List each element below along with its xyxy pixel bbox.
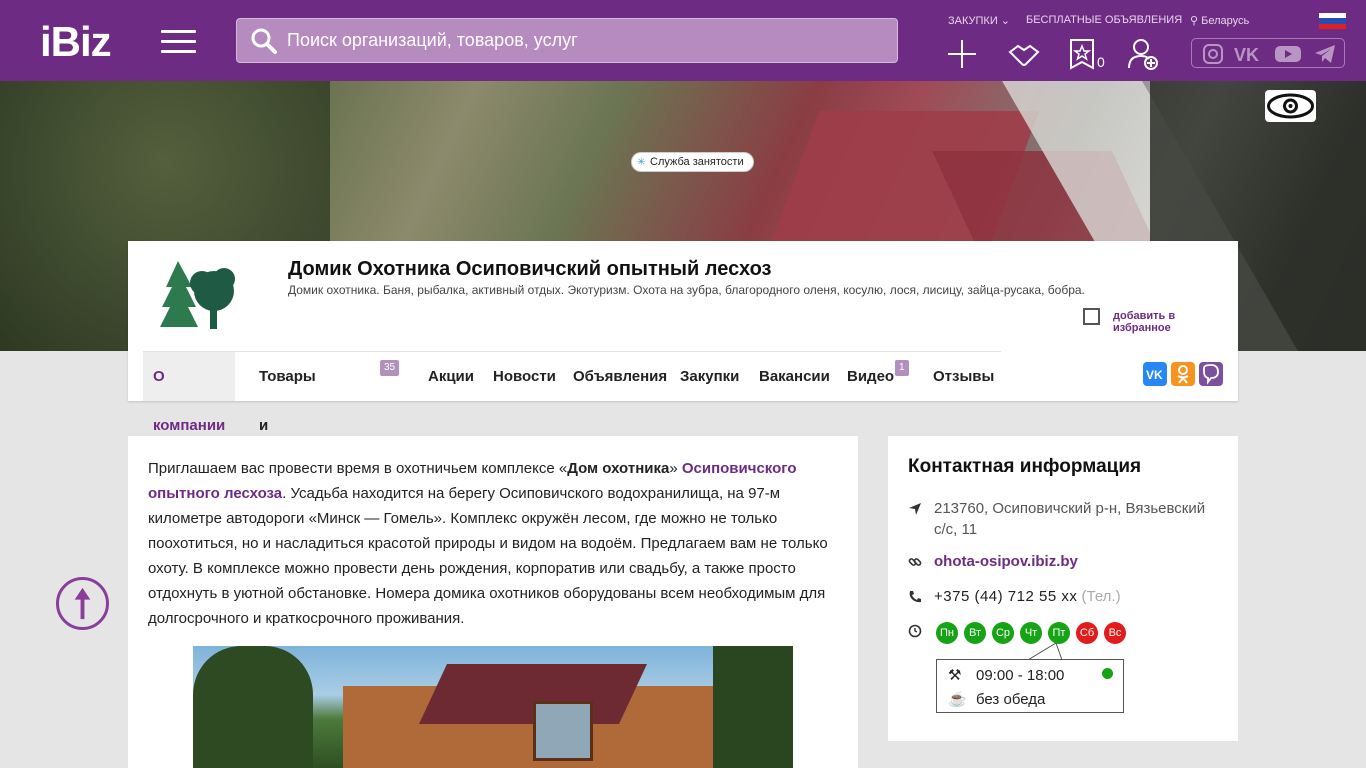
tab-label: Новости: [493, 368, 556, 385]
products-count-badge: 35: [380, 360, 400, 376]
tab-vacancies[interactable]: Вакансии: [749, 352, 840, 401]
tab-label: Объявления: [573, 368, 668, 385]
region-selector[interactable]: ⚲ Беларусь: [1190, 14, 1249, 27]
tab-label: Видео: [847, 368, 895, 385]
favorites-icon[interactable]: [1067, 38, 1099, 70]
day-sunday[interactable]: Вс: [1104, 622, 1126, 644]
photo-window: [533, 701, 593, 761]
tab-label: О компании: [153, 368, 226, 434]
coffee-icon: ☕: [948, 691, 967, 708]
tab-label: Вакансии: [759, 368, 830, 385]
tab-label: Отзывы: [933, 368, 995, 385]
russian-flag-icon[interactable]: [1319, 13, 1346, 29]
add-to-favorites[interactable]: добавить в избранное: [1083, 307, 1233, 334]
svg-text:VK: VK: [1234, 45, 1259, 64]
tooltip-text: Служба занятости: [650, 156, 744, 168]
tab-products[interactable]: Товары и услуги: [249, 352, 326, 483]
open-status-dot: [1102, 668, 1113, 679]
about-bold-text: Дом охотника: [567, 460, 670, 477]
company-logo: [160, 261, 235, 329]
social-links: VK: [1191, 38, 1345, 68]
purchases-label: ЗАКУПКИ: [948, 15, 998, 27]
favorite-checkbox[interactable]: [1083, 308, 1100, 325]
add-to-favorites-label: добавить в избранное: [1113, 310, 1176, 334]
telegram-icon[interactable]: [1314, 44, 1336, 64]
about-panel: Приглашаем вас провести время в охотничь…: [128, 436, 858, 768]
handshake-icon[interactable]: [1008, 38, 1040, 70]
purchases-link[interactable]: ЗАКУПКИ ⌄: [948, 14, 1010, 27]
photo-trees-right: [713, 646, 793, 768]
address-line-2: с/с, 11: [934, 521, 978, 538]
favorites-count: 0: [1097, 54, 1105, 70]
about-text-part: »: [669, 460, 682, 477]
day-tuesday[interactable]: Вт: [964, 622, 986, 644]
tools-icon: ⚒: [948, 667, 962, 684]
day-saturday[interactable]: Сб: [1076, 622, 1098, 644]
accessibility-eye-icon[interactable]: [1265, 90, 1316, 122]
day-friday[interactable]: Пт: [1048, 622, 1070, 644]
day-monday[interactable]: Пн: [936, 622, 958, 644]
employment-service-tooltip: ✳ Служба занятости: [631, 152, 754, 172]
top-bar: iBiz ЗАКУПКИ ⌄ БЕСПЛАТНЫЕ ОБЪЯВЛЕНИЯ ⚲ Б…: [0, 0, 1366, 81]
vk-share-icon[interactable]: VK: [1143, 362, 1167, 386]
add-user-icon[interactable]: [1127, 38, 1159, 70]
about-text: Приглашаем вас провести время в охотничь…: [148, 456, 828, 631]
video-count-badge: 1: [895, 360, 909, 376]
tab-promotions[interactable]: Акции: [418, 352, 484, 401]
site-logo[interactable]: iBiz: [40, 18, 112, 66]
location-arrow-icon: [909, 503, 921, 515]
svg-text:VK: VK: [1146, 368, 1163, 382]
contact-panel: Контактная информация 213760, Осиповичск…: [888, 436, 1238, 741]
day-thursday[interactable]: Чт: [1020, 622, 1042, 644]
link-icon: [908, 558, 922, 566]
contact-heading: Контактная информация: [908, 456, 1142, 477]
viber-share-icon[interactable]: [1199, 362, 1223, 386]
scroll-up-arrow-icon[interactable]: [56, 577, 109, 630]
company-description: Домик охотника. Баня, рыбалка, активный …: [288, 283, 1085, 297]
working-hours: 09:00 - 18:00: [976, 667, 1065, 684]
lodge-photo: [193, 646, 793, 768]
website-link[interactable]: ohota-osipov.ibiz.by: [934, 553, 1078, 570]
odnoklassniki-share-icon[interactable]: [1171, 362, 1195, 386]
tab-label: Закупки: [680, 368, 740, 385]
tab-ads[interactable]: Объявления: [563, 352, 677, 401]
search-box[interactable]: [236, 18, 898, 63]
address-line-1: 213760, Осиповичский р-н, Вязьевский: [934, 500, 1206, 517]
clock-icon: [908, 624, 922, 638]
tab-reviews[interactable]: Отзывы: [923, 352, 1004, 401]
company-title: Домик Охотника Осиповичский опытный лесх…: [288, 258, 772, 280]
chevron-down-icon: ⌄: [1000, 15, 1011, 27]
location-pin-icon: ⚲: [1190, 15, 1199, 27]
phone-line[interactable]: +375 (44) 712 55 xx (Тел.): [934, 588, 1121, 605]
region-label: Беларусь: [1201, 15, 1250, 27]
tab-news[interactable]: Новости: [483, 352, 566, 401]
tab-about[interactable]: О компании: [143, 352, 236, 434]
sparkle-icon: ✳: [637, 157, 646, 168]
day-wednesday[interactable]: Ср: [992, 622, 1014, 644]
tab-video[interactable]: Видео: [837, 352, 904, 401]
vk-icon[interactable]: VK: [1234, 44, 1264, 64]
phone-note: (Тел.): [1081, 588, 1121, 605]
instagram-icon[interactable]: [1202, 44, 1224, 64]
phone-icon: [909, 591, 921, 603]
working-hours-box: ⚒ 09:00 - 18:00 ☕ без обеда: [936, 659, 1124, 713]
tab-label: Акции: [428, 368, 475, 385]
photo-trees: [193, 646, 313, 768]
add-icon[interactable]: [946, 38, 978, 70]
about-text-part: Приглашаем вас провести время в охотничь…: [148, 460, 568, 477]
search-icon[interactable]: [250, 27, 278, 55]
menu-icon[interactable]: [161, 30, 196, 54]
about-text-part: . Усадьба находится на берегу Осиповичск…: [148, 485, 828, 627]
search-input[interactable]: [287, 19, 887, 62]
youtube-icon[interactable]: [1274, 44, 1302, 64]
free-ads-link[interactable]: БЕСПЛАТНЫЕ ОБЪЯВЛЕНИЯ: [1026, 14, 1182, 26]
phone-number[interactable]: +375 (44) 712 55 xx: [934, 588, 1077, 605]
lunch-break: без обеда: [976, 691, 1046, 708]
company-card: Домик Охотника Осиповичский опытный лесх…: [128, 241, 1238, 483]
tab-purchases[interactable]: Закупки: [670, 352, 749, 401]
